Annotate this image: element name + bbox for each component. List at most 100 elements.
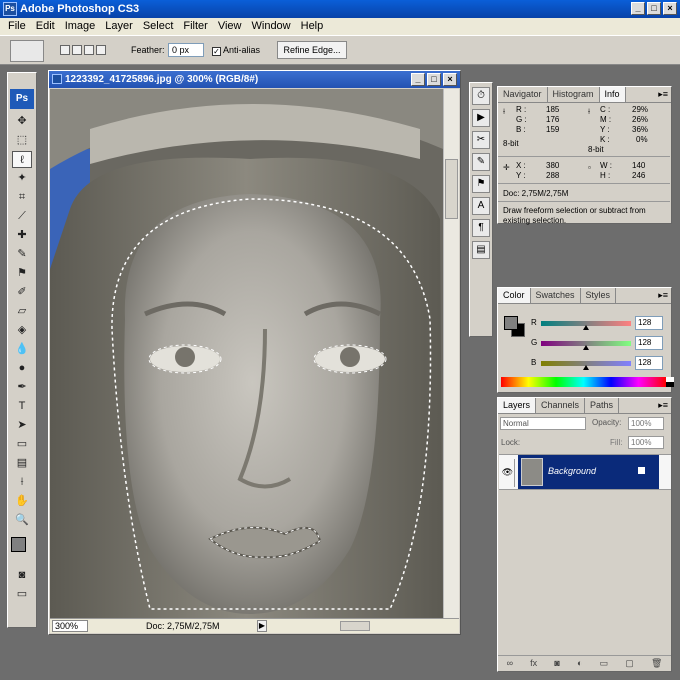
color-slider-b[interactable]: B 128	[531, 356, 666, 372]
shape-tool[interactable]: ▭	[12, 436, 32, 453]
healing-brush-tool[interactable]: ✚	[12, 227, 32, 244]
lasso-tool[interactable]: ℓ	[12, 151, 32, 168]
dodge-tool[interactable]: ●	[12, 360, 32, 377]
menu-filter[interactable]: Filter	[178, 18, 212, 35]
marquee-tool[interactable]: ⬚	[12, 132, 32, 149]
tools-presets-icon[interactable]: ✂	[472, 131, 490, 149]
screen-mode-icon[interactable]: ▭	[12, 586, 32, 603]
magic-wand-tool[interactable]: ✦	[12, 170, 32, 187]
menu-image[interactable]: Image	[60, 18, 101, 35]
move-tool[interactable]: ✥	[12, 113, 32, 130]
menu-edit[interactable]: Edit	[31, 18, 60, 35]
eyedropper-tool[interactable]: ⟊	[12, 474, 32, 491]
layer-row-background[interactable]: 👁 Background	[499, 454, 671, 490]
feather-input[interactable]: 0 px	[168, 43, 204, 57]
subtract-selection-button[interactable]	[84, 45, 94, 55]
clone-stamp-tool[interactable]: ⚑	[12, 265, 32, 282]
visibility-eye-icon[interactable]: 👁	[501, 459, 515, 487]
close-button[interactable]: ×	[663, 2, 677, 15]
menu-select[interactable]: Select	[138, 18, 179, 35]
color-panel-foreground-swatch[interactable]	[504, 316, 518, 330]
intersect-selection-button[interactable]	[96, 45, 106, 55]
brushes-icon[interactable]: ✎	[472, 153, 490, 171]
tab-layers[interactable]: Layers	[498, 398, 537, 413]
fx-icon[interactable]: fx	[530, 656, 537, 671]
blur-tool[interactable]: 💧	[12, 341, 32, 358]
quick-mask-icon[interactable]: ◙	[12, 567, 32, 584]
blend-mode-select[interactable]: Normal	[500, 417, 586, 430]
tab-swatches[interactable]: Swatches	[531, 288, 581, 303]
path-selection-tool[interactable]: ➤	[12, 417, 32, 434]
character-icon[interactable]: A	[472, 197, 490, 215]
slider-value-field[interactable]: 128	[635, 356, 663, 370]
zoom-tool[interactable]: 🔍	[12, 512, 32, 529]
vertical-scroll-thumb[interactable]	[445, 159, 458, 219]
slider-value-field[interactable]: 128	[635, 336, 663, 350]
minimize-button[interactable]: _	[631, 2, 645, 15]
slider-value-field[interactable]: 128	[635, 316, 663, 330]
hand-tool[interactable]: ✋	[12, 493, 32, 510]
horizontal-scroll-thumb[interactable]	[340, 621, 370, 631]
slider-knob[interactable]	[583, 325, 589, 330]
zoom-field[interactable]: 300%	[52, 620, 88, 632]
layers-panel-menu-icon[interactable]: ▸≡	[658, 398, 668, 413]
color-swatches[interactable]	[8, 535, 36, 565]
antialias-checkbox[interactable]: ✓ Anti-alias	[212, 45, 260, 56]
panel-menu-icon[interactable]: ▸≡	[658, 87, 668, 102]
paint-bucket-tool[interactable]: ◈	[12, 322, 32, 339]
doc-maximize-button[interactable]: □	[427, 73, 441, 86]
menu-view[interactable]: View	[213, 18, 247, 35]
slider-knob[interactable]	[583, 345, 589, 350]
doc-close-button[interactable]: ×	[443, 73, 457, 86]
mask-icon[interactable]: ◙	[554, 656, 559, 671]
add-selection-button[interactable]	[72, 45, 82, 55]
color-panel-menu-icon[interactable]: ▸≡	[658, 288, 668, 303]
paragraph-icon[interactable]: ¶	[472, 219, 490, 237]
document-title-bar[interactable]: 1223392_41725896.jpg @ 300% (RGB/8#) _ □…	[49, 71, 460, 88]
slider-knob[interactable]	[583, 365, 589, 370]
new-selection-button[interactable]	[60, 45, 70, 55]
color-spectrum-bar[interactable]	[501, 377, 674, 387]
tab-navigator[interactable]: Navigator	[498, 87, 548, 102]
tab-info[interactable]: Info	[599, 87, 626, 102]
notes-tool[interactable]: ▤	[12, 455, 32, 472]
trash-icon[interactable]: 🗑	[651, 656, 662, 671]
link-icon[interactable]: ∞	[507, 656, 513, 671]
layer-comps-icon[interactable]: ▤	[472, 241, 490, 259]
refine-edge-button[interactable]: Refine Edge...	[277, 41, 347, 59]
menu-file[interactable]: File	[3, 18, 31, 35]
adjustment-icon[interactable]: ◐	[577, 656, 582, 671]
tool-preset-picker[interactable]	[10, 40, 44, 62]
slice-tool[interactable]: ⟋	[12, 208, 32, 225]
image-canvas[interactable]	[50, 89, 443, 619]
maximize-button[interactable]: □	[647, 2, 661, 15]
menu-window[interactable]: Window	[247, 18, 296, 35]
color-slider-g[interactable]: G 128	[531, 336, 666, 352]
actions-icon[interactable]: ▶	[472, 109, 490, 127]
group-icon[interactable]: ▭	[600, 656, 609, 671]
status-menu-arrow-icon[interactable]: ▶	[257, 620, 267, 632]
opacity-field[interactable]: 100%	[628, 417, 664, 430]
menu-layer[interactable]: Layer	[100, 18, 138, 35]
color-slider-r[interactable]: R 128	[531, 316, 666, 332]
brush-tool[interactable]: ✎	[12, 246, 32, 263]
clone-source-icon[interactable]: ⚑	[472, 175, 490, 193]
crop-tool[interactable]: ⌗	[12, 189, 32, 206]
type-tool[interactable]: T	[12, 398, 32, 415]
foreground-color[interactable]	[11, 537, 26, 552]
tab-histogram[interactable]: Histogram	[548, 87, 600, 102]
history-brush-tool[interactable]: ✐	[12, 284, 32, 301]
pen-tool[interactable]: ✒	[12, 379, 32, 396]
tab-styles[interactable]: Styles	[581, 288, 617, 303]
tab-color[interactable]: Color	[498, 288, 531, 303]
tab-channels[interactable]: Channels	[536, 398, 586, 413]
history-icon[interactable]: ⏱	[472, 87, 490, 105]
new-layer-icon[interactable]: ▢	[625, 656, 634, 671]
menu-help[interactable]: Help	[296, 18, 329, 35]
vertical-scrollbar[interactable]	[443, 89, 459, 619]
fill-field[interactable]: 100%	[628, 436, 664, 449]
tab-paths[interactable]: Paths	[585, 398, 620, 413]
doc-minimize-button[interactable]: _	[411, 73, 425, 86]
eraser-tool[interactable]: ▱	[12, 303, 32, 320]
selected-layer-highlight[interactable]: Background	[518, 455, 659, 489]
